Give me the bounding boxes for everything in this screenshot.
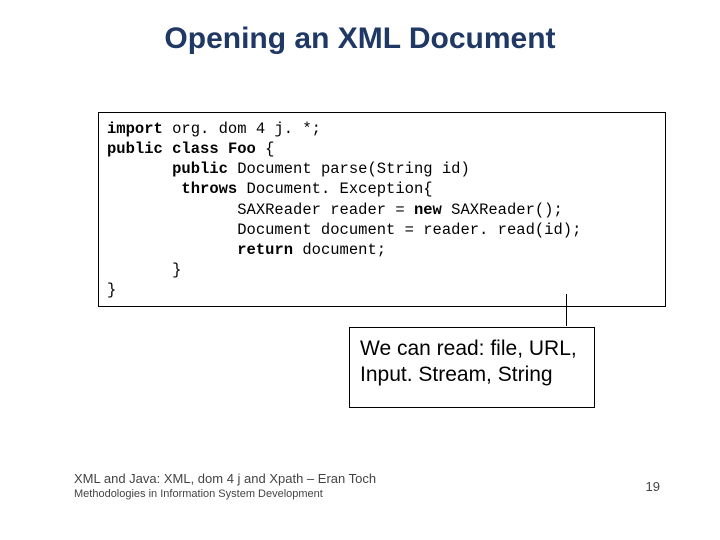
footer-sub: Methodologies in Information System Deve… (74, 487, 376, 502)
kw-import: import (107, 120, 163, 138)
code-text: } (107, 281, 116, 299)
callout-connector (566, 294, 567, 326)
kw-public: public (172, 160, 228, 178)
kw-class: class (172, 140, 219, 158)
footer-main: XML and Java: XML, dom 4 j and Xpath – E… (74, 470, 376, 488)
slide-title: Opening an XML Document (0, 22, 720, 56)
indent (107, 160, 172, 178)
footer: XML and Java: XML, dom 4 j and Xpath – E… (74, 470, 376, 502)
code-text: Document parse(String id) (228, 160, 470, 178)
kw-public: public (107, 140, 163, 158)
class-name: Foo (228, 140, 256, 158)
page-number: 19 (646, 479, 660, 494)
indent (107, 180, 181, 198)
code-text: document; (293, 241, 386, 259)
code-text: Document document = reader. read(id); (107, 221, 581, 239)
code-text: SAXReader(); (442, 201, 563, 219)
code-text: org. dom 4 j. *; (163, 120, 321, 138)
code-text: } (107, 261, 181, 279)
code-text: Document. Exception{ (237, 180, 432, 198)
kw-new: new (414, 201, 442, 219)
code-text: { (256, 140, 275, 158)
kw-return: return (237, 241, 293, 259)
code-block: import org. dom 4 j. *; public class Foo… (98, 112, 666, 307)
slide: Opening an XML Document import org. dom … (0, 0, 720, 540)
indent (107, 241, 237, 259)
callout-box: We can read: file, URL, Input. Stream, S… (349, 327, 595, 408)
kw-throws: throws (181, 180, 237, 198)
code-text: SAXReader reader = (107, 201, 414, 219)
